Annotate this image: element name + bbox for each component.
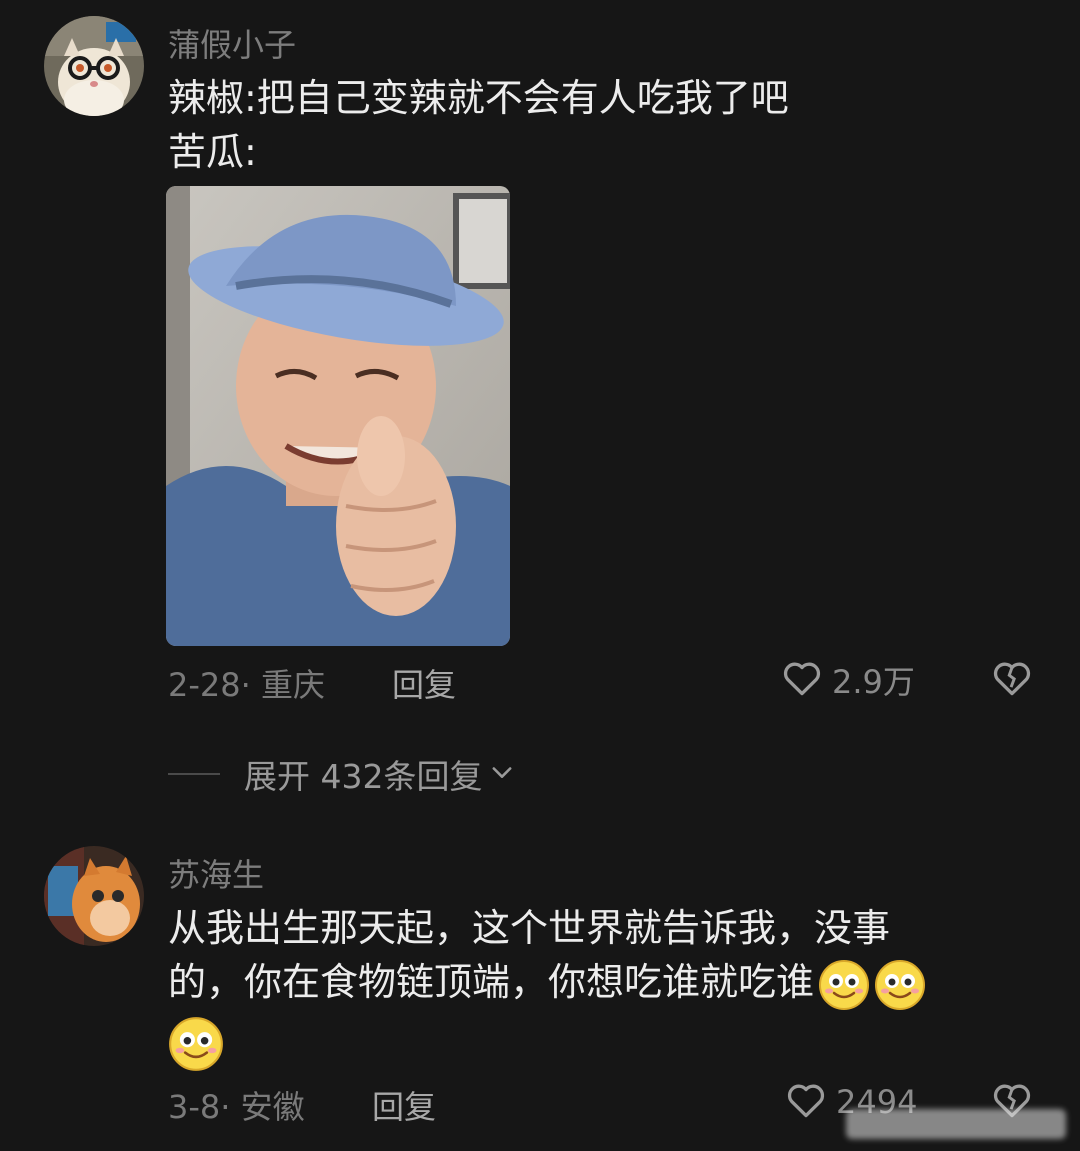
reply-button[interactable]: 回复 <box>372 1082 436 1128</box>
heart-outline-icon <box>780 656 824 704</box>
expand-replies-label: 展开 432条回复 <box>244 757 483 796</box>
like-button[interactable]: 2.9万 <box>780 656 915 704</box>
dislike-button[interactable] <box>990 656 1034 704</box>
watermark-overlay <box>846 1109 1066 1139</box>
comment-date-location: 3-8· 安徽 <box>168 1088 305 1126</box>
comment-text-fragment: 的，你在食物链顶端，你想吃谁就吃谁 <box>168 960 815 1004</box>
comment-text-line-with-emoji: 的，你在食物链顶端，你想吃谁就吃谁 <box>168 956 926 1011</box>
comment-text-line: 辣椒:把自己变辣就不会有人吃我了吧 <box>168 76 789 120</box>
reply-button[interactable]: 回复 <box>392 660 456 706</box>
divider-line <box>168 773 220 775</box>
comment-date-location: 2-28· 重庆 <box>168 666 325 704</box>
comment-username[interactable]: 苏海生 <box>168 850 264 896</box>
comment-text-line: 从我出生那天起，这个世界就告诉我，没事 <box>168 906 891 950</box>
smile-emoji-icon <box>874 959 926 1011</box>
comment-username[interactable]: 蒲假小子 <box>168 20 296 66</box>
avatar-user-2[interactable] <box>44 846 144 946</box>
expand-replies-button[interactable]: 展开 432条回复 <box>168 750 516 798</box>
like-count: 2.9万 <box>832 663 915 701</box>
avatar-user-1[interactable] <box>44 16 144 116</box>
chevron-down-icon <box>488 758 516 790</box>
comment-feed: 蒲假小子 辣椒:把自己变辣就不会有人吃我了吧 苦瓜: 2-28· 重庆 回复 2… <box>0 0 1080 1151</box>
comment-text-line: 苦瓜: <box>168 130 257 174</box>
heart-outline-icon <box>784 1078 828 1126</box>
broken-heart-icon <box>990 662 1034 704</box>
smile-emoji-icon <box>818 959 870 1011</box>
comment-attached-image[interactable] <box>166 186 510 646</box>
smile-emoji-icon <box>168 1016 224 1076</box>
